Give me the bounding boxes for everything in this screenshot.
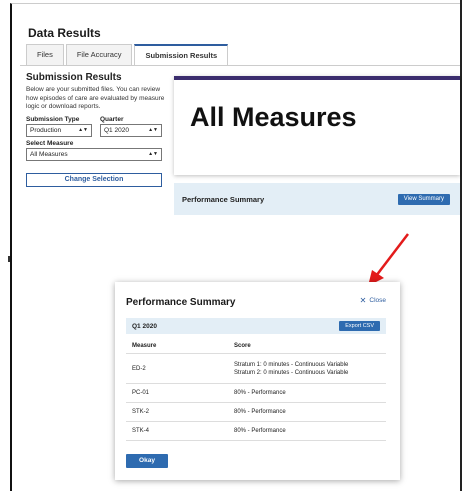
page-title: Data Results [28, 26, 101, 40]
measure-cell: STK-4 [132, 428, 150, 434]
score-line: Stratum 2: 0 minutes - Continuous Variab… [234, 369, 349, 376]
quarter-value: Q1 2020 [104, 126, 129, 134]
submission-title: Submission Results [26, 72, 122, 83]
performance-summary-label: Performance Summary [182, 194, 265, 204]
view-summary-button[interactable]: View Summary [397, 193, 450, 205]
table-row: ED-2 Stratum 1: 0 minutes - Continuous V… [126, 354, 386, 384]
edge-mark [8, 256, 10, 262]
submission-panel: Submission Results Below are your submit… [26, 72, 166, 187]
table-header: Measure Score [126, 338, 386, 354]
measure-value: All Measures [30, 150, 68, 158]
close-icon: ✕ [359, 296, 367, 305]
submission-description: Below are your submitted files. You can … [26, 86, 165, 110]
select-arrows-icon: ▲▼ [78, 126, 88, 133]
modal-close-button[interactable]: ✕ Close [360, 296, 386, 305]
column-header-measure: Measure [132, 342, 157, 349]
submission-type-value: Production [30, 126, 62, 134]
score-line: Stratum 1: 0 minutes - Continuous Variab… [234, 361, 349, 368]
measure-cell: ED-2 [132, 365, 146, 372]
score-cell: 80% - Performance [234, 409, 286, 415]
quarter-label: Quarter [100, 115, 124, 123]
close-label: Close [369, 297, 386, 304]
tab-divider [20, 65, 460, 66]
select-arrows-icon: ▲▼ [148, 126, 158, 133]
submission-type-select[interactable]: Production ▲▼ [26, 123, 92, 137]
table-row: STK-2 80% - Performance [126, 403, 386, 422]
measure-select[interactable]: All Measures ▲▼ [26, 147, 162, 161]
tab-files[interactable]: Files [26, 44, 64, 66]
quarter-select[interactable]: Q1 2020 ▲▼ [100, 123, 162, 137]
score-cell: 80% - Performance [234, 390, 286, 396]
measure-cell: STK-2 [132, 409, 150, 415]
okay-button[interactable]: Okay [126, 454, 168, 468]
tab-bar: Files File Accuracy Submission Results [26, 44, 230, 66]
tab-file-accuracy[interactable]: File Accuracy [65, 44, 133, 66]
table-row: STK-4 80% - Performance [126, 422, 386, 441]
select-arrows-icon: ▲▼ [148, 150, 158, 157]
modal-title: Performance Summary [126, 297, 236, 308]
score-cell: Stratum 1: 0 minutes - Continuous Variab… [234, 361, 386, 377]
score-cell: 80% - Performance [234, 428, 286, 434]
table-row: PC-01 80% - Performance [126, 384, 386, 403]
modal-quarter: Q1 2020 [132, 322, 157, 330]
banner-top-bar [174, 76, 460, 80]
measure-cell: PC-01 [132, 390, 150, 396]
tab-submission-results[interactable]: Submission Results [134, 44, 229, 66]
column-header-score: Score [234, 342, 251, 349]
submission-type-label: Submission Type [26, 115, 80, 123]
performance-summary-bar: Performance Summary View Summary [174, 183, 460, 215]
measure-label: Select Measure [26, 139, 74, 147]
performance-summary-modal: Performance Summary ✕ Close Q1 2020 Expo… [115, 282, 400, 480]
measures-banner: All Measures [174, 76, 460, 175]
export-csv-button[interactable]: Export CSV [339, 321, 380, 331]
change-selection-button[interactable]: Change Selection [26, 172, 162, 187]
measures-heading: All Measures [190, 102, 357, 132]
modal-quarter-bar: Q1 2020 Export CSV [126, 318, 386, 334]
summary-table: Measure Score ED-2 Stratum 1: 0 minutes … [126, 338, 386, 441]
